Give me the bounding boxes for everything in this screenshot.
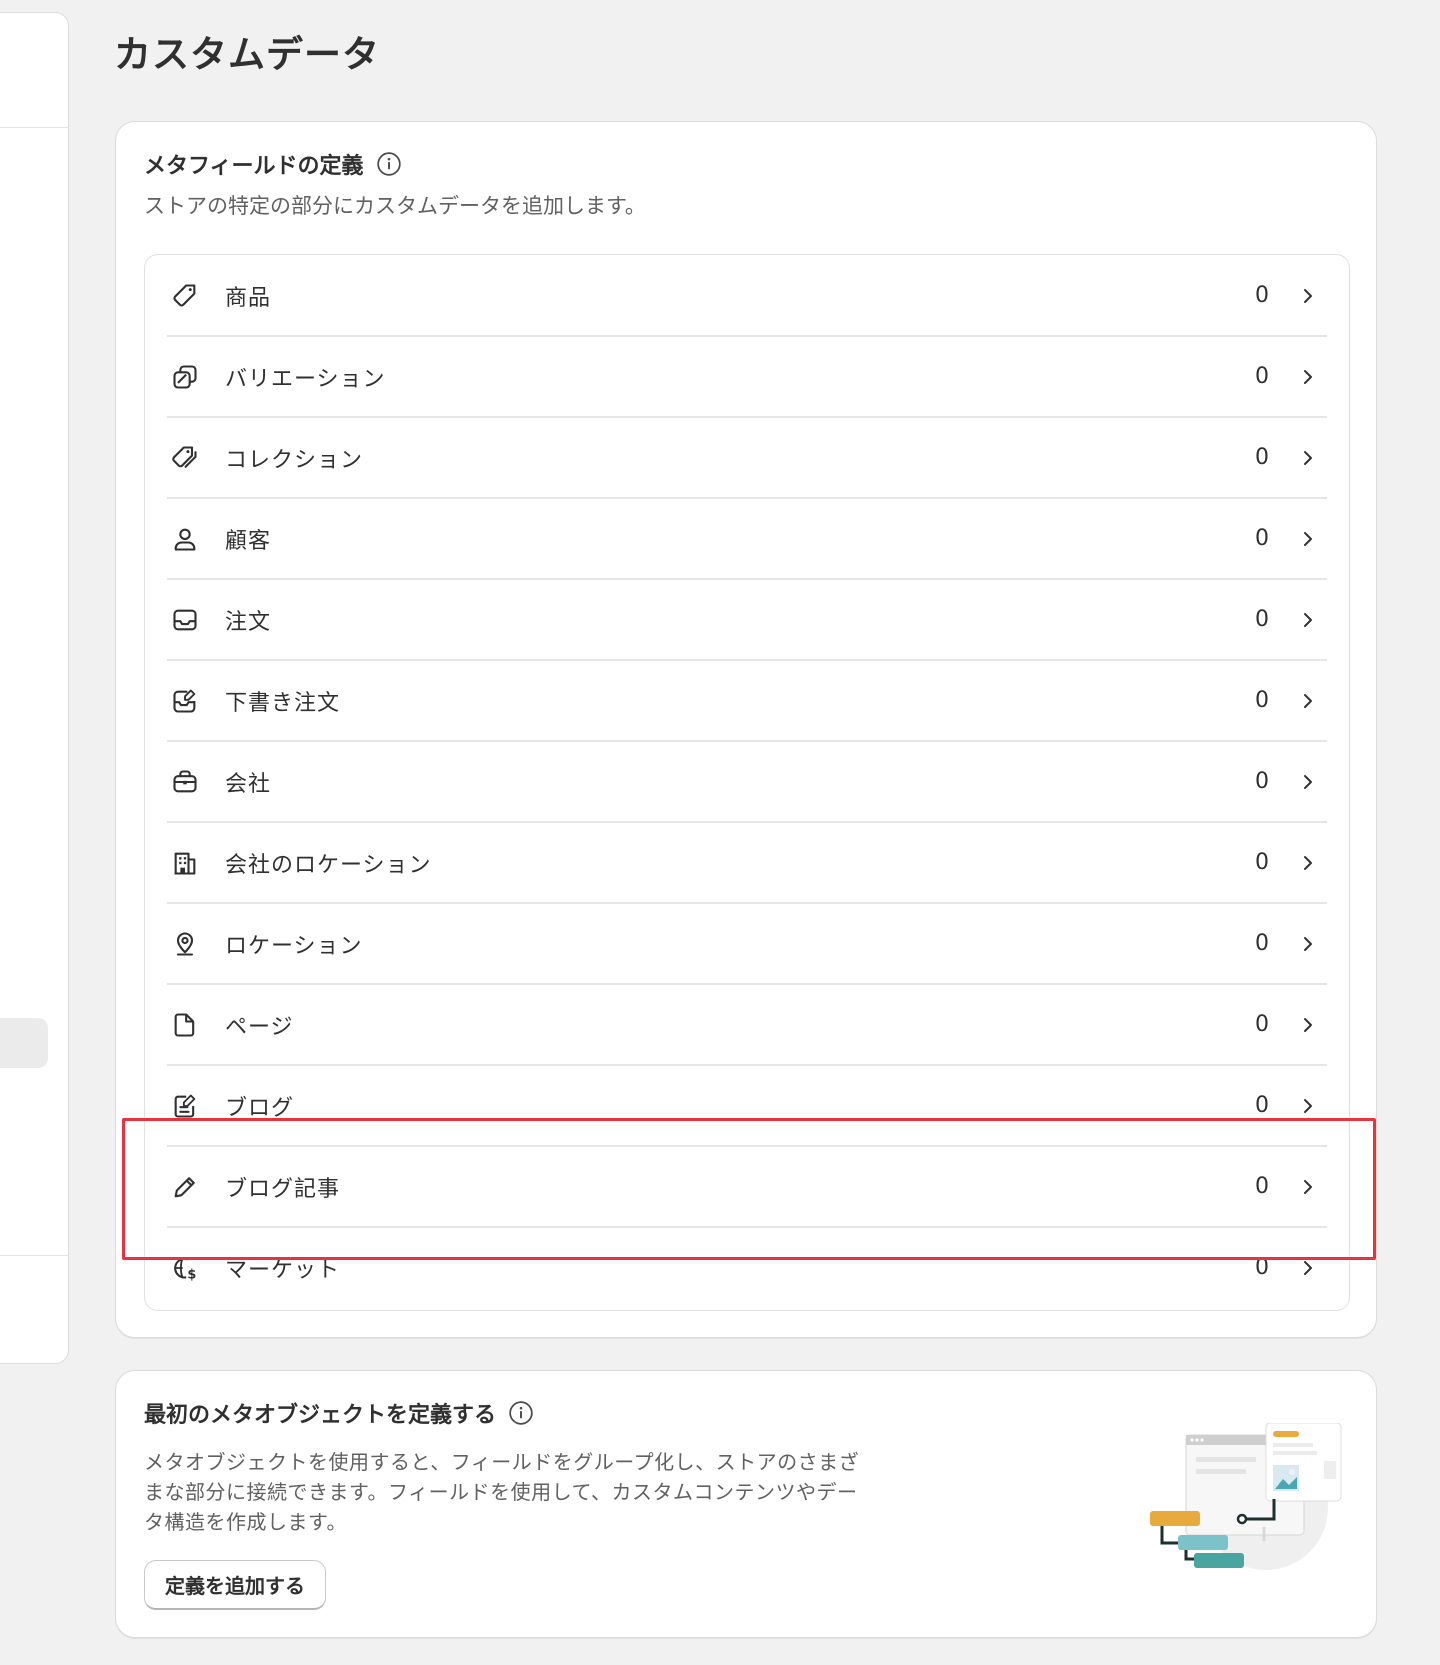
person-icon	[174, 528, 196, 551]
sidebar-divider	[0, 1255, 68, 1256]
chevron-right-icon	[1304, 855, 1312, 870]
page-title: カスタムデータ	[114, 33, 380, 76]
list-item-company-locations[interactable]: 会社のロケーション 0	[145, 822, 1349, 903]
building-icon	[174, 852, 196, 875]
list-item-count: 0	[1255, 850, 1269, 875]
metafield-definitions-card: メタフィールドの定義 ストアの特定の部分にカスタムデータを追加します。 商品 0…	[115, 121, 1377, 1338]
list-item-customers[interactable]: 顧客 0	[145, 498, 1349, 579]
metaobjects-card: 最初のメタオブジェクトを定義する メタオブジェクトを使用すると、フィールドをグル…	[115, 1370, 1377, 1638]
chevron-right-icon	[1304, 450, 1312, 465]
metaobjects-title: 最初のメタオブジェクトを定義する	[144, 1403, 497, 1428]
chevron-right-icon	[1304, 612, 1312, 627]
list-item-count: 0	[1255, 1255, 1269, 1280]
info-icon[interactable]	[376, 151, 402, 177]
list-item-markets[interactable]: $ マーケット 0	[145, 1227, 1349, 1308]
tag-icon	[173, 283, 196, 306]
chevron-right-icon	[1304, 369, 1312, 384]
list-item-label: ロケーション	[225, 933, 363, 959]
chevron-right-icon	[1304, 288, 1312, 303]
list-item-draft-orders[interactable]: 下書き注文 0	[145, 660, 1349, 741]
metaobjects-description: メタオブジェクトを使用すると、フィールドをグループ化し、ストアのさまざまな部分に…	[144, 1450, 860, 1534]
list-item-label: ブログ記事	[225, 1176, 341, 1202]
metafield-resource-list: 商品 0 バリエーション 0 コレクション 0 顧客 0 注文 0 下書き注文 …	[144, 254, 1350, 1311]
pencil-icon	[174, 1176, 195, 1197]
sidebar-selected-item[interactable]	[0, 1018, 48, 1068]
list-item-label: 会社	[225, 771, 272, 797]
chevron-right-icon	[1304, 693, 1312, 708]
list-item-label: バリエーション	[225, 366, 386, 392]
list-item-count: 0	[1255, 283, 1269, 308]
info-icon[interactable]	[508, 1400, 534, 1426]
list-item-label: 商品	[225, 285, 272, 311]
list-item-count: 0	[1255, 1174, 1269, 1199]
list-item-count: 0	[1255, 526, 1269, 551]
sidebar-panel	[0, 12, 69, 1364]
metafield-definitions-header: メタフィールドの定義	[144, 148, 402, 180]
list-item-count: 0	[1255, 364, 1269, 389]
chevron-right-icon	[1304, 1179, 1312, 1194]
blog-icon	[174, 1094, 196, 1118]
list-item-variants[interactable]: バリエーション 0	[145, 336, 1349, 417]
list-item-label: コレクション	[225, 447, 364, 473]
list-item-count: 0	[1255, 688, 1269, 713]
list-item-locations[interactable]: ロケーション 0	[145, 903, 1349, 984]
list-item-count: 0	[1255, 769, 1269, 794]
list-item-label: 注文	[225, 609, 272, 635]
chevron-right-icon	[1304, 1017, 1312, 1032]
list-item-collections[interactable]: コレクション 0	[145, 417, 1349, 498]
globe-dollar-icon: $	[174, 1257, 196, 1282]
list-item-count: 0	[1255, 445, 1269, 470]
list-item-blog-posts[interactable]: ブログ記事 0	[145, 1146, 1349, 1227]
metafield-definitions-subtitle: ストアの特定の部分にカスタムデータを追加します。	[144, 194, 646, 218]
svg-text:$: $	[187, 1267, 196, 1282]
list-item-count: 0	[1255, 1012, 1269, 1037]
collection-tags-icon	[172, 445, 197, 468]
list-item-label: ブログ	[225, 1095, 295, 1121]
list-item-orders[interactable]: 注文 0	[145, 579, 1349, 660]
page-icon	[174, 1012, 195, 1037]
list-item-companies[interactable]: 会社 0	[145, 741, 1349, 822]
add-definition-button[interactable]: 定義を追加する	[144, 1560, 326, 1610]
list-item-count: 0	[1255, 607, 1269, 632]
list-item-label: マーケット	[225, 1257, 341, 1283]
chevron-right-icon	[1304, 531, 1312, 546]
list-item-blogs[interactable]: ブログ 0	[145, 1065, 1349, 1146]
chevron-right-icon	[1304, 1260, 1312, 1275]
list-item-count: 0	[1255, 1093, 1269, 1118]
metaobjects-header: 最初のメタオブジェクトを定義する	[144, 1397, 534, 1429]
list-item-count: 0	[1255, 931, 1269, 956]
inbox-icon	[173, 609, 197, 630]
chevron-right-icon	[1304, 774, 1312, 789]
sidebar-divider	[0, 127, 68, 128]
draft-order-icon	[173, 689, 196, 713]
chevron-right-icon	[1304, 936, 1312, 951]
list-item-label: 下書き注文	[225, 690, 341, 716]
metafield-definitions-title: メタフィールドの定義	[144, 154, 364, 179]
metaobject-illustration	[1150, 1423, 1342, 1570]
variant-icon	[173, 364, 197, 389]
list-item-label: 顧客	[225, 528, 272, 554]
briefcase-icon	[173, 769, 197, 792]
list-item-products[interactable]: 商品 0	[145, 255, 1349, 336]
list-item-label: ページ	[225, 1014, 294, 1040]
list-item-pages[interactable]: ページ 0	[145, 984, 1349, 1065]
list-item-label: 会社のロケーション	[225, 852, 432, 878]
chevron-right-icon	[1304, 1098, 1312, 1113]
location-pin-icon	[176, 931, 194, 956]
